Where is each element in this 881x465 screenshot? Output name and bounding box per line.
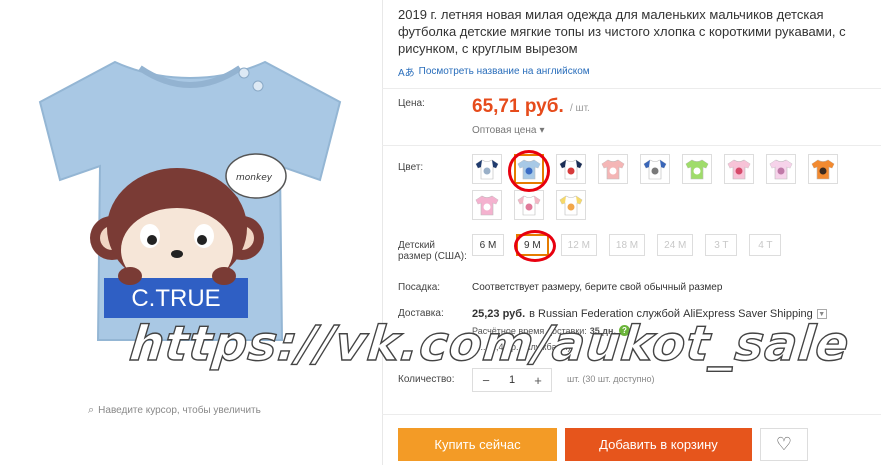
wishlist-heart-icon[interactable]: ♡ bbox=[760, 428, 808, 461]
size-option[interactable]: 6 M bbox=[472, 234, 504, 256]
pink-car-swatch[interactable] bbox=[724, 154, 754, 184]
tshirt-icon bbox=[601, 159, 625, 180]
tshirt-icon bbox=[475, 159, 499, 180]
yellow-swatch[interactable] bbox=[556, 190, 586, 220]
wholesale-label: Оптовая цена bbox=[472, 125, 537, 136]
tshirt-icon bbox=[517, 159, 541, 180]
buy-now-button[interactable]: Купить сейчас bbox=[398, 428, 557, 461]
bubble-text: monkey bbox=[236, 173, 273, 183]
blue-raglan-swatch[interactable] bbox=[640, 154, 670, 184]
tshirt-icon bbox=[685, 159, 709, 180]
light-blue-monkey-swatch[interactable] bbox=[514, 154, 544, 184]
tshirt-icon bbox=[727, 159, 751, 180]
translate-icon: Aあ bbox=[398, 68, 415, 79]
size-option: 24 M bbox=[657, 234, 694, 256]
product-gallery: monkey C.TRUE ⌕ Наведите курсор, чтобы у… bbox=[0, 0, 380, 465]
tshirt-icon bbox=[559, 159, 583, 180]
light-pink-swatch[interactable] bbox=[766, 154, 796, 184]
color-swatches bbox=[472, 154, 872, 220]
size-option: 18 M bbox=[608, 234, 646, 256]
price-value: 65,71 руб. bbox=[472, 96, 564, 117]
translate-link-text: Посмотреть название на английском bbox=[418, 66, 590, 77]
translate-link[interactable]: Aあ Посмотреть название на английском bbox=[398, 64, 590, 79]
tshirt-icon bbox=[559, 195, 583, 216]
tshirt-icon bbox=[517, 195, 541, 216]
navy-raglan-swatch[interactable] bbox=[556, 154, 586, 184]
white-pink-swatch[interactable] bbox=[514, 190, 544, 220]
wholesale-price-toggle[interactable]: Оптовая цена ▾ bbox=[472, 125, 544, 136]
pink-swatch[interactable] bbox=[598, 154, 628, 184]
divider bbox=[382, 145, 881, 146]
size-option: 4 T bbox=[749, 234, 782, 256]
tshirt-icon bbox=[643, 159, 667, 180]
tshirt-icon bbox=[811, 159, 835, 180]
tshirt-icon bbox=[769, 159, 793, 180]
quantity-value[interactable]: 1 bbox=[509, 374, 515, 386]
watermark: https://vk.com/aukot_sale bbox=[126, 315, 853, 372]
size-label: Детский размер (США): bbox=[398, 240, 467, 262]
fit-text: Соответствует размеру, берите свой обычн… bbox=[472, 282, 723, 293]
price-unit: / шт. bbox=[570, 103, 590, 114]
product-info-panel: 2019 г. летняя новая милая одежда для ма… bbox=[382, 0, 881, 465]
shirt-print-text: C.TRUE bbox=[131, 285, 220, 312]
magnifier-icon: ⌕ bbox=[88, 404, 95, 416]
product-main-image[interactable]: monkey C.TRUE bbox=[20, 40, 360, 360]
size-options: 6 M 9 M 12 M 18 M 24 M 3 T 4 T bbox=[472, 234, 782, 256]
increment-button[interactable]: + bbox=[531, 373, 545, 388]
quantity-label: Количество: bbox=[398, 374, 455, 385]
caret-down-icon: ▾ bbox=[539, 125, 545, 136]
orange-swatch[interactable] bbox=[808, 154, 838, 184]
tshirt-icon bbox=[475, 195, 499, 216]
quantity-available: шт. (30 шт. доступно) bbox=[567, 374, 655, 384]
zoom-hint-text: Наведите курсор, чтобы увеличить bbox=[98, 405, 261, 416]
divider bbox=[382, 414, 881, 415]
product-title: 2019 г. летняя новая милая одежда для ма… bbox=[398, 7, 846, 56]
fit-label: Посадка: bbox=[398, 282, 441, 293]
green-swatch[interactable] bbox=[682, 154, 712, 184]
add-to-cart-button[interactable]: Добавить в корзину bbox=[565, 428, 752, 461]
white-navy-swatch[interactable] bbox=[472, 154, 502, 184]
color-label: Цвет: bbox=[398, 162, 424, 173]
size-option: 3 T bbox=[705, 234, 738, 256]
price-label: Цена: bbox=[398, 98, 425, 109]
divider bbox=[382, 88, 881, 89]
decrement-button[interactable]: − bbox=[479, 373, 493, 388]
size-option[interactable]: 9 M bbox=[516, 234, 549, 256]
size-option: 12 M bbox=[560, 234, 597, 256]
vertical-divider bbox=[382, 0, 383, 465]
pink-print-swatch[interactable] bbox=[472, 190, 502, 220]
zoom-hint: ⌕ Наведите курсор, чтобы увеличить bbox=[88, 404, 261, 417]
